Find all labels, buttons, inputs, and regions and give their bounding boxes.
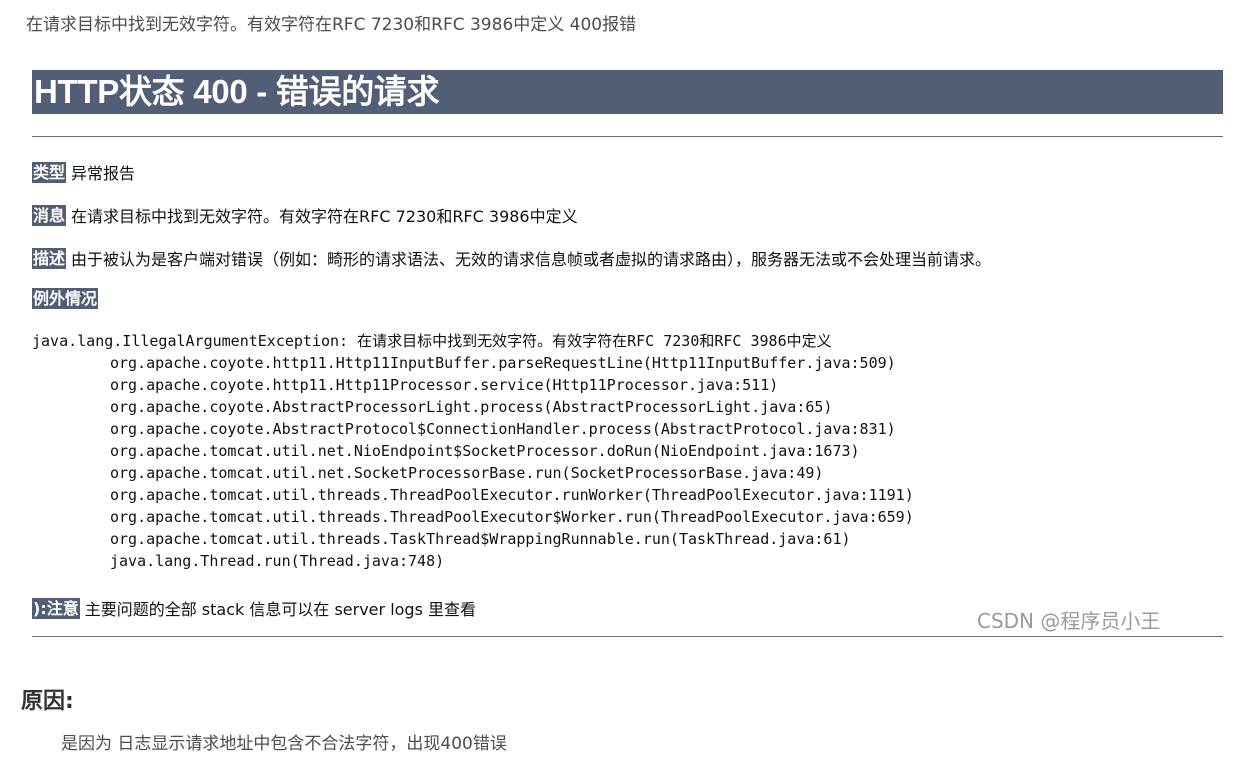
divider-top <box>32 136 1223 137</box>
divider-bottom <box>32 636 1223 637</box>
message-label: 消息 <box>32 204 67 226</box>
note-row: ):注意 主要问题的全部 stack 信息可以在 server logs 里查看 <box>32 596 476 620</box>
stack-frame: org.apache.coyote.AbstractProcessorLight… <box>110 398 833 416</box>
stack-frame: java.lang.Thread.run(Thread.java:748) <box>110 552 445 570</box>
tomcat-error-screenshot: HTTP状态 400 - 错误的请求 类型 异常报告 消息 在请求目标中找到无效… <box>32 70 1223 637</box>
message-value: 在请求目标中找到无效字符。有效字符在RFC 7230和RFC 3986中定义 <box>71 207 578 226</box>
stack-frame: org.apache.tomcat.util.threads.TaskThrea… <box>110 530 851 548</box>
description-row: 描述 由于被认为是客户端对错误（例如：畸形的请求语法、无效的请求信息帧或者虚拟的… <box>32 246 991 270</box>
stack-frame: org.apache.coyote.http11.Http11Processor… <box>110 376 779 394</box>
cause-heading: 原因: <box>21 689 74 714</box>
stack-frame: org.apache.tomcat.util.net.SocketProcess… <box>110 464 824 482</box>
description-value: 由于被认为是客户端对错误（例如：畸形的请求语法、无效的请求信息帧或者虚拟的请求路… <box>71 250 992 269</box>
stack-frame: org.apache.tomcat.util.threads.ThreadPoo… <box>110 486 914 504</box>
error-title: HTTP状态 400 - 错误的请求 <box>32 70 1223 114</box>
message-row: 消息 在请求目标中找到无效字符。有效字符在RFC 7230和RFC 3986中定… <box>32 203 578 227</box>
exception-label: 例外情况 <box>32 288 99 309</box>
csdn-watermark: CSDN @程序员小王 <box>977 609 1161 633</box>
type-value: 异常报告 <box>71 164 136 183</box>
intro-text: 在请求目标中找到无效字符。有效字符在RFC 7230和RFC 3986中定义 4… <box>26 15 637 35</box>
stack-frame: org.apache.tomcat.util.net.NioEndpoint$S… <box>110 442 860 460</box>
exception-head: java.lang.IllegalArgumentException: 在请求目… <box>32 332 832 350</box>
stack-frame: org.apache.tomcat.util.threads.ThreadPoo… <box>110 508 914 526</box>
type-row: 类型 异常报告 <box>32 160 135 184</box>
stack-frame: org.apache.coyote.http11.Http11InputBuff… <box>110 354 896 372</box>
exception-row: 例外情况 <box>32 288 103 309</box>
article-page: 在请求目标中找到无效字符。有效字符在RFC 7230和RFC 3986中定义 4… <box>0 0 1236 767</box>
description-label: 描述 <box>32 247 67 269</box>
cause-text: 是因为 日志显示请求地址中包含不合法字符，出现400错误 <box>61 734 507 754</box>
stack-frame: org.apache.coyote.AbstractProtocol$Conne… <box>110 420 896 438</box>
note-label: ):注意 <box>32 597 80 619</box>
type-label: 类型 <box>32 161 67 183</box>
stack-trace: java.lang.IllegalArgumentException: 在请求目… <box>32 330 914 572</box>
note-value: 主要问题的全部 stack 信息可以在 server logs 里查看 <box>84 600 477 619</box>
